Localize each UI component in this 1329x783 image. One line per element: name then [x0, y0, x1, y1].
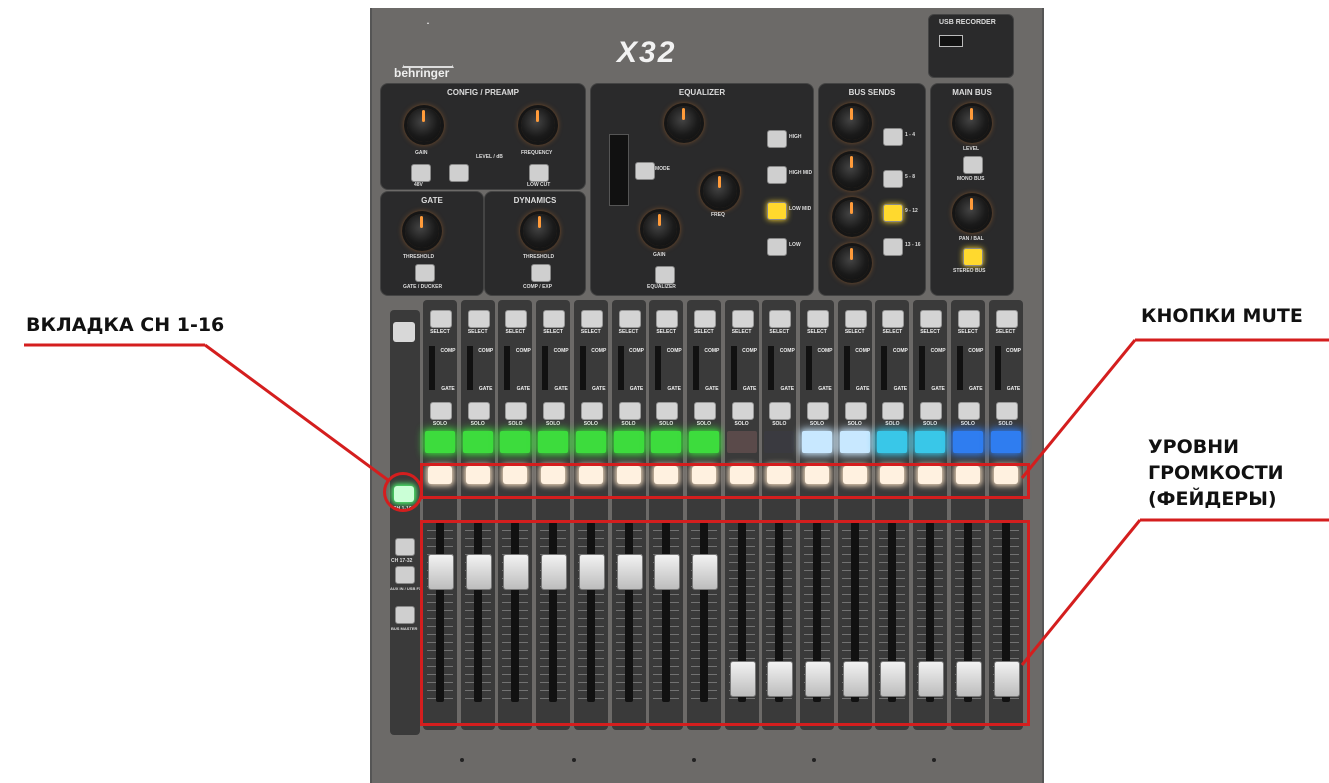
- faders-pointer-diag: [1020, 519, 1142, 666]
- mute-pointer-diag: [1020, 339, 1137, 479]
- annotation-lines: [24, 338, 1329, 666]
- ch-tab-pointer-diag: [204, 343, 389, 482]
